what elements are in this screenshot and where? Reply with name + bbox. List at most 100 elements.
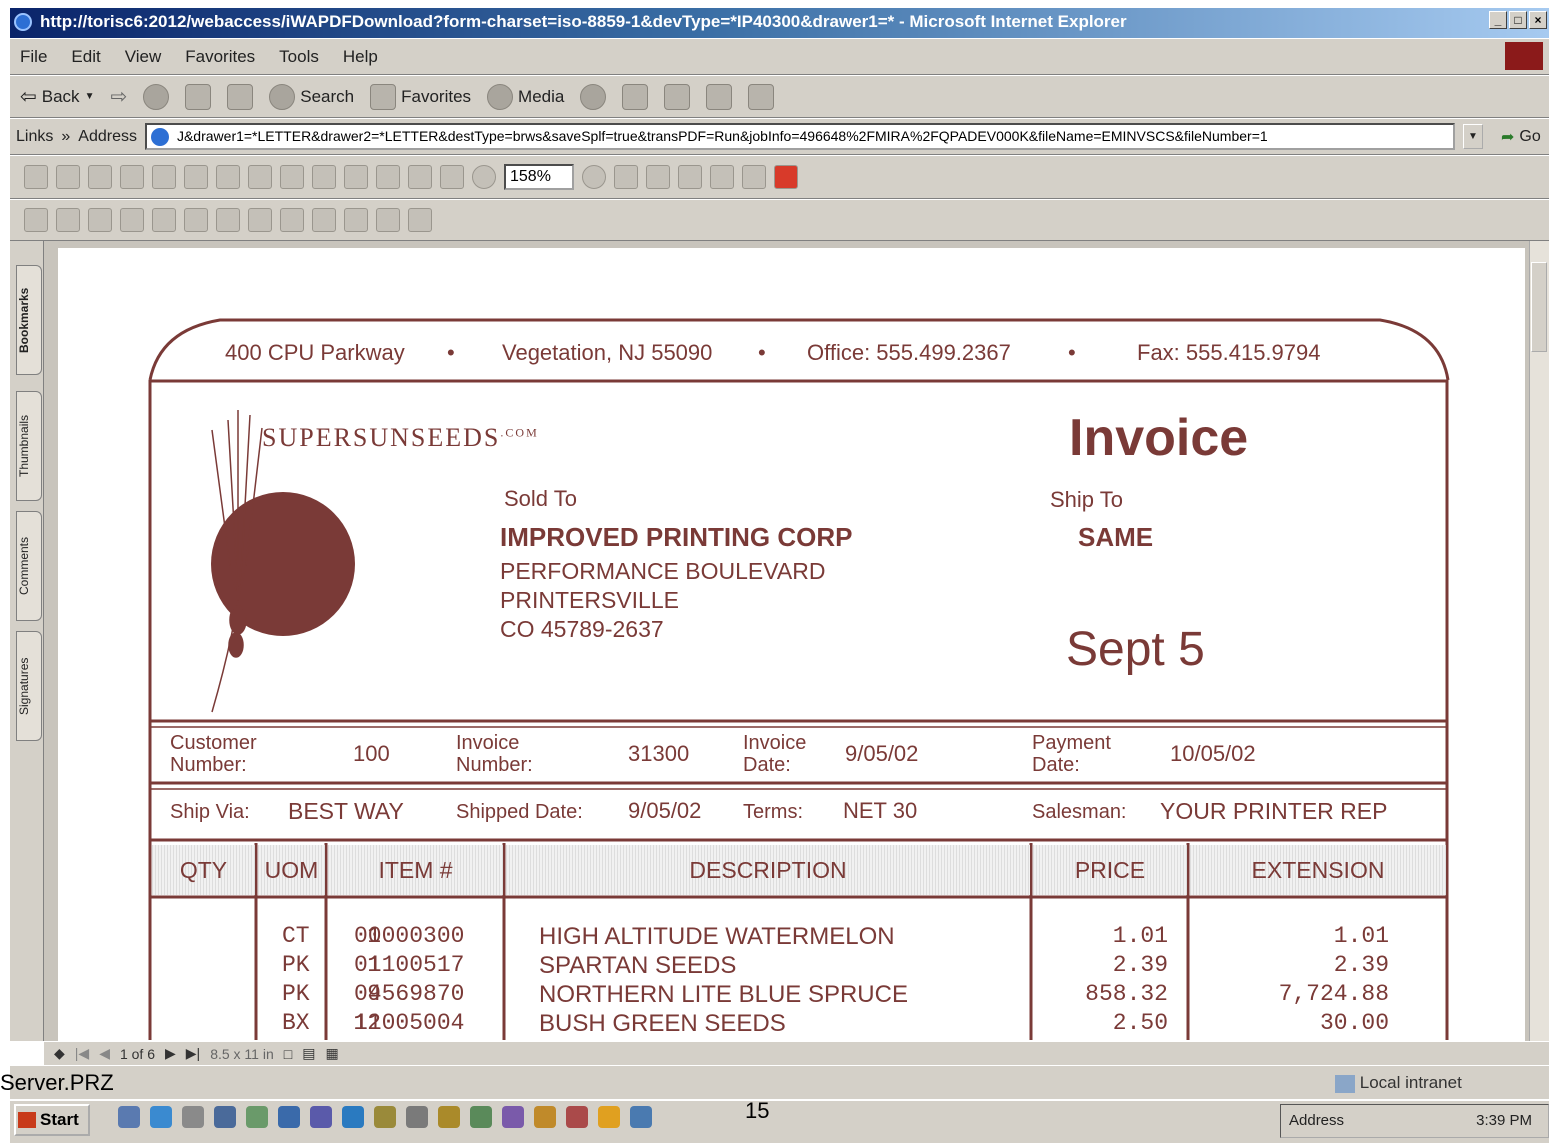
- links-chevron-icon[interactable]: »: [61, 128, 70, 146]
- back-button[interactable]: ⇦ Back ▼: [20, 84, 94, 109]
- stamp-tool-icon[interactable]: [248, 208, 272, 232]
- pencil-tool-icon[interactable]: [184, 208, 208, 232]
- quicklaunch-ie-icon[interactable]: [150, 1106, 172, 1128]
- mail-icon[interactable]: [622, 83, 649, 110]
- edit-icon[interactable]: [706, 83, 733, 110]
- menu-help[interactable]: Help: [343, 39, 378, 74]
- last-page-icon[interactable]: [376, 165, 400, 189]
- quicklaunch-app-icon[interactable]: [214, 1106, 236, 1128]
- first-page-icon[interactable]: [280, 165, 304, 189]
- forward-button[interactable]: ⇨: [110, 84, 127, 109]
- review-3-icon[interactable]: [376, 208, 400, 232]
- quicklaunch-app-icon[interactable]: [246, 1106, 268, 1128]
- quicklaunch-app-icon[interactable]: [534, 1106, 556, 1128]
- quicklaunch-app-icon[interactable]: [374, 1106, 396, 1128]
- close-button[interactable]: ×: [1529, 11, 1547, 29]
- facing-icon[interactable]: ▦: [325, 1045, 338, 1062]
- tab-thumbnails[interactable]: Thumbnails: [16, 391, 42, 501]
- print-icon[interactable]: [664, 83, 691, 110]
- links-label[interactable]: Links: [16, 128, 53, 146]
- home-icon[interactable]: [227, 83, 254, 110]
- fit-page-icon[interactable]: [646, 165, 670, 189]
- maximize-button[interactable]: □: [1509, 11, 1527, 29]
- quicklaunch-app-icon[interactable]: [502, 1106, 524, 1128]
- previous-page-icon[interactable]: ◀: [99, 1045, 110, 1062]
- search-button[interactable]: Search: [269, 83, 354, 110]
- window-title-bar[interactable]: http://torisc6:2012/webaccess/iWAPDFDown…: [10, 8, 1549, 38]
- last-page-icon[interactable]: ▶|: [186, 1045, 200, 1062]
- copy-icon[interactable]: [120, 165, 144, 189]
- media-button[interactable]: Media: [487, 83, 564, 110]
- system-tray: Address 3:39 PM: [1280, 1104, 1549, 1138]
- discuss-icon[interactable]: [748, 83, 775, 110]
- vertical-scrollbar[interactable]: [1529, 241, 1549, 1041]
- review-2-icon[interactable]: [344, 208, 368, 232]
- text-select-icon[interactable]: [88, 208, 112, 232]
- email-icon[interactable]: [88, 165, 112, 189]
- menu-tools[interactable]: Tools: [279, 39, 319, 74]
- fit-width-icon[interactable]: [678, 165, 702, 189]
- find-icon[interactable]: [184, 165, 208, 189]
- hand-tool-icon[interactable]: [24, 208, 48, 232]
- favorites-button[interactable]: Favorites: [370, 83, 471, 110]
- go-label: Go: [1519, 127, 1541, 145]
- tab-bookmarks[interactable]: Bookmarks: [16, 265, 42, 375]
- address-dropdown-button[interactable]: ▼: [1462, 124, 1483, 149]
- quicklaunch-media-icon[interactable]: [598, 1106, 620, 1128]
- previous-page-icon[interactable]: [312, 165, 336, 189]
- quicklaunch-app-icon[interactable]: [406, 1106, 428, 1128]
- quicklaunch-app-icon[interactable]: [278, 1106, 300, 1128]
- nav-pane-toggle-icon[interactable]: ◆: [54, 1045, 65, 1062]
- tab-signatures[interactable]: Signatures: [16, 631, 42, 741]
- quicklaunch-app-icon[interactable]: [310, 1106, 332, 1128]
- sign-tool-icon[interactable]: [280, 208, 304, 232]
- menu-view[interactable]: View: [125, 39, 162, 74]
- next-page-icon[interactable]: ▶: [165, 1045, 176, 1062]
- refresh-icon[interactable]: [185, 83, 212, 110]
- rotate-icon[interactable]: [742, 165, 766, 189]
- quicklaunch-search-icon[interactable]: [182, 1106, 204, 1128]
- review-icon[interactable]: [312, 208, 336, 232]
- zoom-input[interactable]: 158%: [504, 164, 574, 190]
- quicklaunch-app-icon[interactable]: [470, 1106, 492, 1128]
- line-tool-icon[interactable]: [216, 208, 240, 232]
- pages-icon[interactable]: [248, 165, 272, 189]
- tray-address-label[interactable]: Address: [1289, 1105, 1344, 1137]
- fit-visible-icon[interactable]: [710, 165, 734, 189]
- single-page-icon[interactable]: □: [284, 1046, 292, 1062]
- first-page-icon[interactable]: |◀: [75, 1045, 89, 1062]
- print-icon[interactable]: [56, 165, 80, 189]
- quicklaunch-desktop-icon[interactable]: [118, 1106, 140, 1128]
- tab-comments[interactable]: Comments: [16, 511, 42, 621]
- address-input[interactable]: J&drawer1=*LETTER&drawer2=*LETTER&destTy…: [144, 123, 1455, 150]
- next-page-icon[interactable]: [344, 165, 368, 189]
- quicklaunch-app-icon[interactable]: [438, 1106, 460, 1128]
- go-forward-icon[interactable]: [440, 165, 464, 189]
- search-pdf-icon[interactable]: [216, 165, 240, 189]
- go-button[interactable]: ➦ Go: [1501, 127, 1541, 147]
- terms-label: Terms:: [743, 801, 803, 823]
- zoom-out-icon[interactable]: [472, 165, 496, 189]
- zoom-tool-icon[interactable]: [56, 208, 80, 232]
- scrollbar-thumb[interactable]: [1531, 262, 1547, 352]
- quicklaunch-app-icon[interactable]: [566, 1106, 588, 1128]
- quicklaunch-app-icon[interactable]: [630, 1106, 652, 1128]
- graphics-select-icon[interactable]: [120, 208, 144, 232]
- review-4-icon[interactable]: [408, 208, 432, 232]
- note-tool-icon[interactable]: [152, 208, 176, 232]
- menu-favorites[interactable]: Favorites: [185, 39, 255, 74]
- actual-size-icon[interactable]: [614, 165, 638, 189]
- go-back-icon[interactable]: [408, 165, 432, 189]
- undo-icon[interactable]: [152, 165, 176, 189]
- minimize-button[interactable]: _: [1489, 11, 1507, 29]
- page-indicator[interactable]: 1 of 6: [120, 1046, 155, 1062]
- stop-icon[interactable]: [143, 83, 170, 110]
- continuous-icon[interactable]: ▤: [302, 1045, 315, 1062]
- menu-file[interactable]: File: [20, 39, 47, 74]
- adobe-logo-icon[interactable]: [774, 165, 798, 189]
- menu-edit[interactable]: Edit: [71, 39, 100, 74]
- zoom-in-icon[interactable]: [582, 165, 606, 189]
- quicklaunch-app-icon[interactable]: [342, 1106, 364, 1128]
- history-icon[interactable]: [580, 83, 607, 110]
- save-icon[interactable]: [24, 165, 48, 189]
